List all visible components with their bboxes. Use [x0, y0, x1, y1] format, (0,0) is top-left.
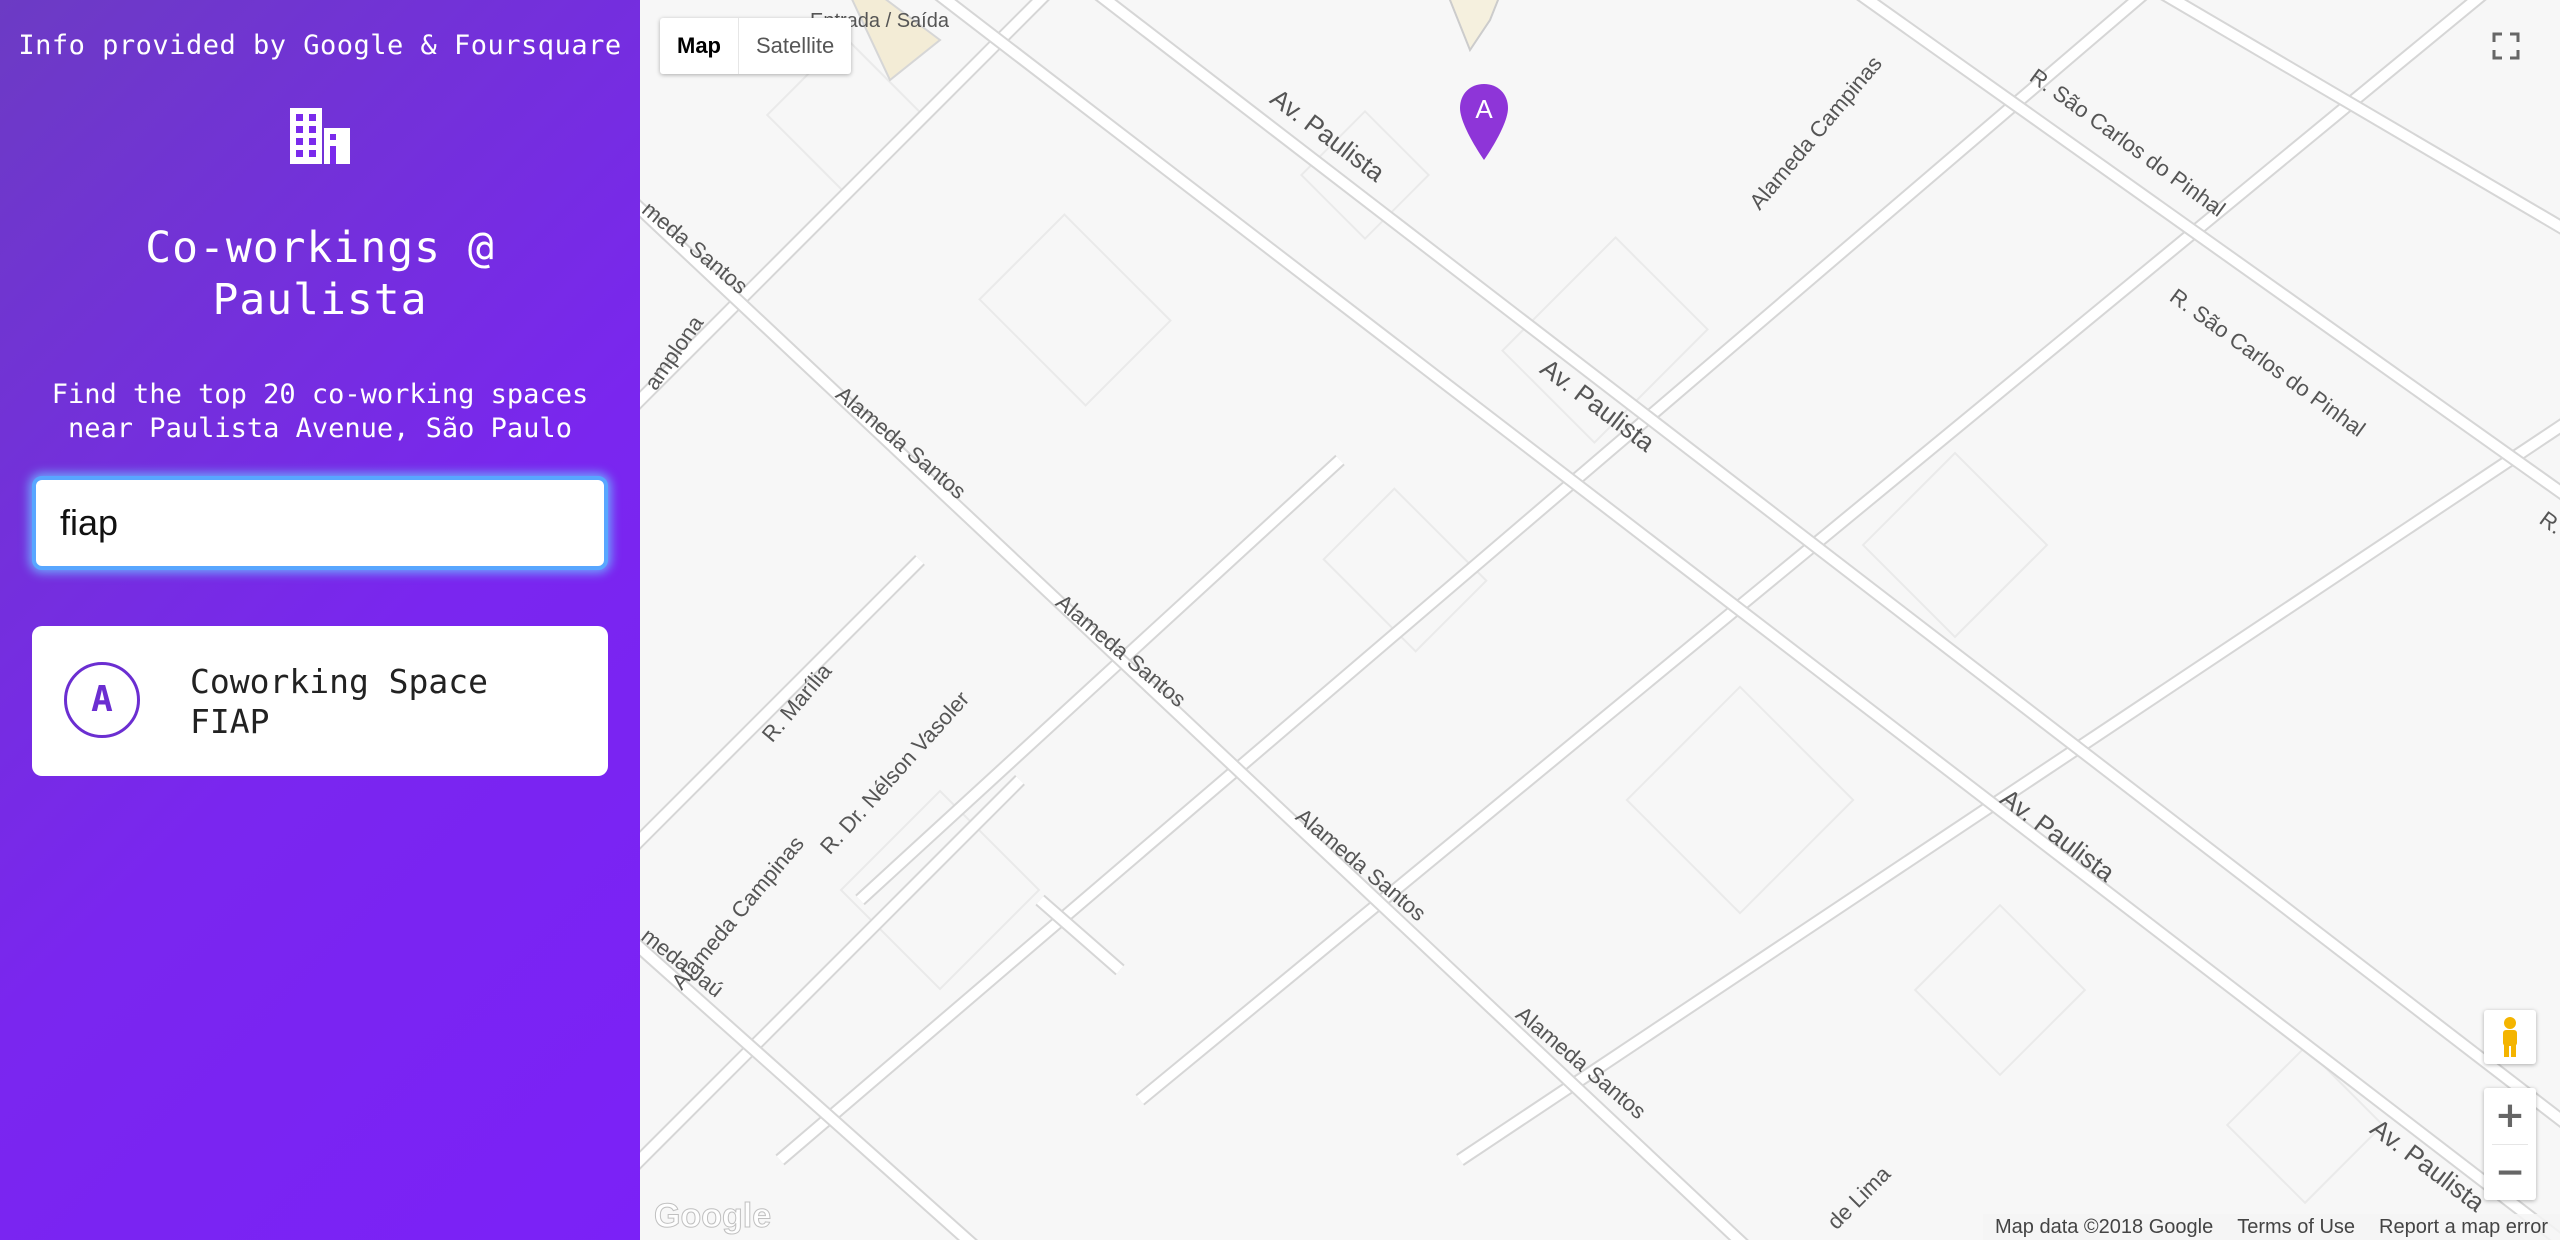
terms-link[interactable]: Terms of Use [2225, 1216, 2367, 1239]
result-item[interactable]: A Coworking Space FIAP [32, 626, 608, 776]
marker-label: A [1475, 94, 1493, 124]
zoom-control: + − [2484, 1088, 2536, 1200]
zoom-in-button[interactable]: + [2484, 1088, 2536, 1144]
map-data-attribution: Map data ©2018 Google [1994, 1215, 2214, 1238]
map-type-satellite-button[interactable]: Satellite [739, 18, 851, 74]
google-logo: Google [653, 1197, 772, 1236]
fullscreen-icon [2492, 32, 2520, 60]
page-title: Co-workings @ Paulista [145, 223, 495, 325]
map-marker-pin[interactable]: A [1458, 82, 1510, 162]
zoom-out-button[interactable]: − [2484, 1145, 2536, 1201]
street-view-button[interactable] [2484, 1010, 2536, 1064]
map-roads [640, 0, 2560, 1240]
fullscreen-button[interactable] [2478, 18, 2534, 74]
map[interactable]: Entrada / Saída Av. Paulista Av. Paulist… [640, 0, 2560, 1240]
result-name: Coworking Space FIAP [190, 662, 489, 741]
report-error-link[interactable]: Report a map error [2367, 1216, 2560, 1239]
building-icon [290, 108, 350, 164]
search-input[interactable] [32, 476, 608, 570]
map-type-control: Map Satellite [660, 18, 852, 74]
page-subtitle: Find the top 20 co-working spaces near P… [51, 379, 589, 444]
map-footer: Map data ©2018 Google Terms of Use Repor… [1982, 1214, 2560, 1240]
credit-text: Info provided by Google & Foursquare [18, 30, 622, 61]
sidebar: Info provided by Google & Foursquare Co-… [0, 0, 640, 1240]
pegman-icon [2503, 1017, 2517, 1057]
result-marker-badge: A [64, 662, 140, 738]
map-type-map-button[interactable]: Map [660, 18, 739, 74]
